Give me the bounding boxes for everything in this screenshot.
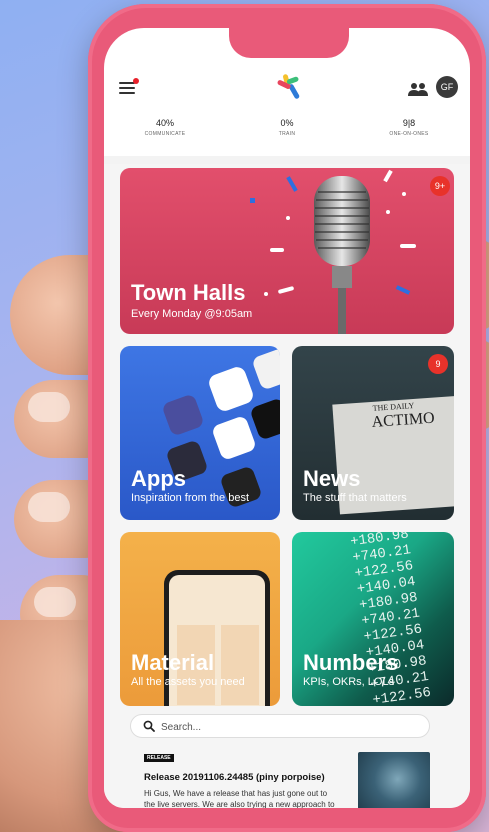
card-subtitle: All the assets you need <box>131 676 245 688</box>
fingernail <box>34 587 76 617</box>
card-subtitle: Inspiration from the best <box>131 492 250 504</box>
people-icon[interactable] <box>408 82 428 96</box>
card-title: News <box>303 466 361 491</box>
search-input[interactable] <box>161 719 411 735</box>
mockup-tile <box>221 625 259 705</box>
stat-train[interactable]: 0% TRAIN <box>226 118 348 154</box>
stat-one-on-ones[interactable]: 9|8 ONE-ON-ONES <box>348 118 470 154</box>
stat-value: 9|8 <box>402 118 416 128</box>
newspaper-masthead: ACTIMO <box>371 409 436 431</box>
app-icon <box>206 364 256 414</box>
top-bar: GF <box>104 68 470 108</box>
microphone-icon <box>314 176 370 334</box>
app-screen: GF 40% COMMUNICATE 0% TRAIN 9|8 ONE-ON-O… <box>104 28 470 808</box>
card-title: Town Halls <box>131 280 246 305</box>
card-subtitle: Every Monday @9:05am <box>131 308 253 320</box>
app-logo-icon <box>277 74 300 99</box>
stat-label: ONE-ON-ONES <box>389 131 429 137</box>
card-apps[interactable]: Apps Inspiration from the best <box>120 346 280 520</box>
search-icon <box>143 720 155 732</box>
card-subtitle: The stuff that matters <box>303 492 407 504</box>
app-icon <box>249 397 280 441</box>
card-title: Numbers <box>303 650 399 675</box>
release-thumbnail <box>358 752 430 808</box>
notification-badge: 9+ <box>430 176 450 196</box>
phone-notch <box>229 28 349 58</box>
release-post[interactable]: RELEASE Release 20191106.24485 (piny por… <box>120 746 460 808</box>
release-title: Release 20191106.24485 (piny porpoise) <box>144 772 325 783</box>
divider <box>104 156 470 164</box>
card-news[interactable]: THE DAILY ACTIMO 9 News The stuff that m… <box>292 346 454 520</box>
search-bar[interactable] <box>130 714 430 738</box>
fingernail <box>28 392 70 422</box>
card-numbers[interactable]: +180.98 +740.21 +122.56 +140.04 +180.98 … <box>292 532 454 706</box>
stat-communicate[interactable]: 40% COMMUNICATE <box>104 118 226 154</box>
app-icon <box>210 414 258 462</box>
card-town-halls[interactable]: 9+ Town Halls Every Monday @9:05am <box>120 168 454 334</box>
fingernail <box>28 492 70 522</box>
app-icon <box>161 393 205 437</box>
card-material[interactable]: Material All the assets you need <box>120 532 280 706</box>
card-title: Apps <box>131 466 186 491</box>
feed: 9+ Town Halls Every Monday @9:05am Apps … <box>104 164 470 808</box>
notification-dot <box>133 78 139 84</box>
card-title: Material <box>131 650 215 675</box>
stats-bar: 40% COMMUNICATE 0% TRAIN 9|8 ONE-ON-ONES <box>104 118 470 154</box>
release-tag: RELEASE <box>144 754 174 762</box>
stat-value: 0% <box>280 118 294 128</box>
avatar[interactable]: GF <box>436 76 458 98</box>
menu-icon[interactable] <box>119 78 139 96</box>
release-body: Hi Gus, We have a release that has just … <box>144 789 335 808</box>
stat-value: 40% <box>155 118 174 128</box>
stat-label: TRAIN <box>278 131 296 137</box>
stat-label: COMMUNICATE <box>144 131 186 137</box>
app-icon <box>251 347 280 391</box>
notification-badge: 9 <box>428 354 448 374</box>
card-subtitle: KPIs, OKRs, LOLs <box>303 676 395 688</box>
